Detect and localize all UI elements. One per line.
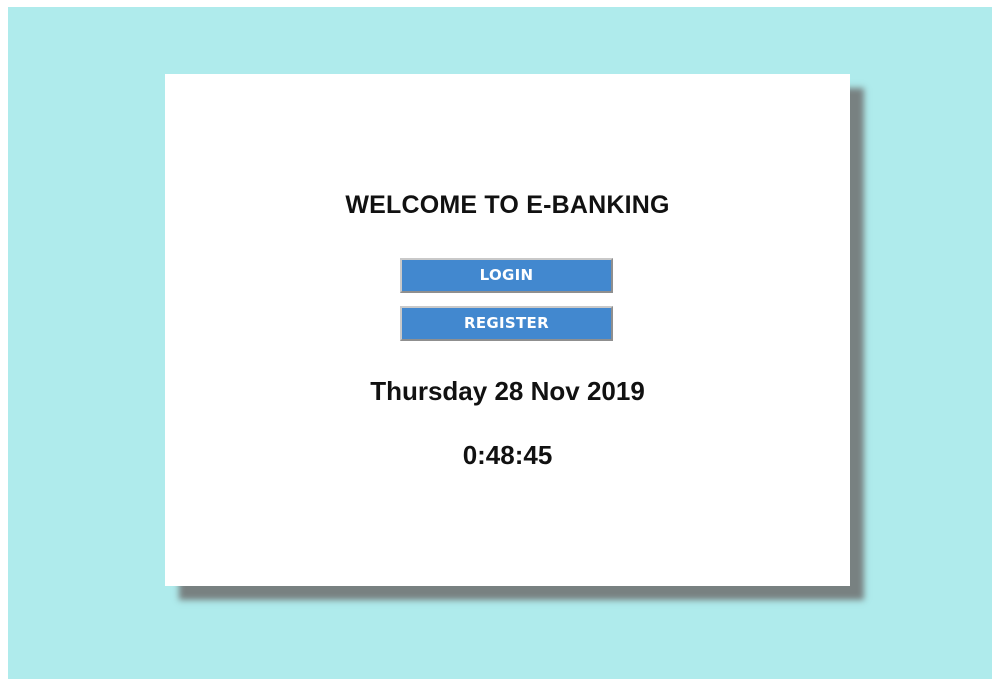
current-time: 0:48:45 [462, 440, 553, 470]
welcome-title: WELCOME TO E-BANKING [345, 191, 670, 219]
register-button[interactable]: REGISTER [400, 306, 613, 341]
page-background: WELCOME TO E-BANKING LOGIN REGISTER Thur… [8, 7, 992, 679]
current-date: Thursday 28 Nov 2019 [370, 376, 645, 406]
welcome-card: WELCOME TO E-BANKING LOGIN REGISTER Thur… [165, 74, 850, 586]
login-button[interactable]: LOGIN [400, 258, 613, 293]
